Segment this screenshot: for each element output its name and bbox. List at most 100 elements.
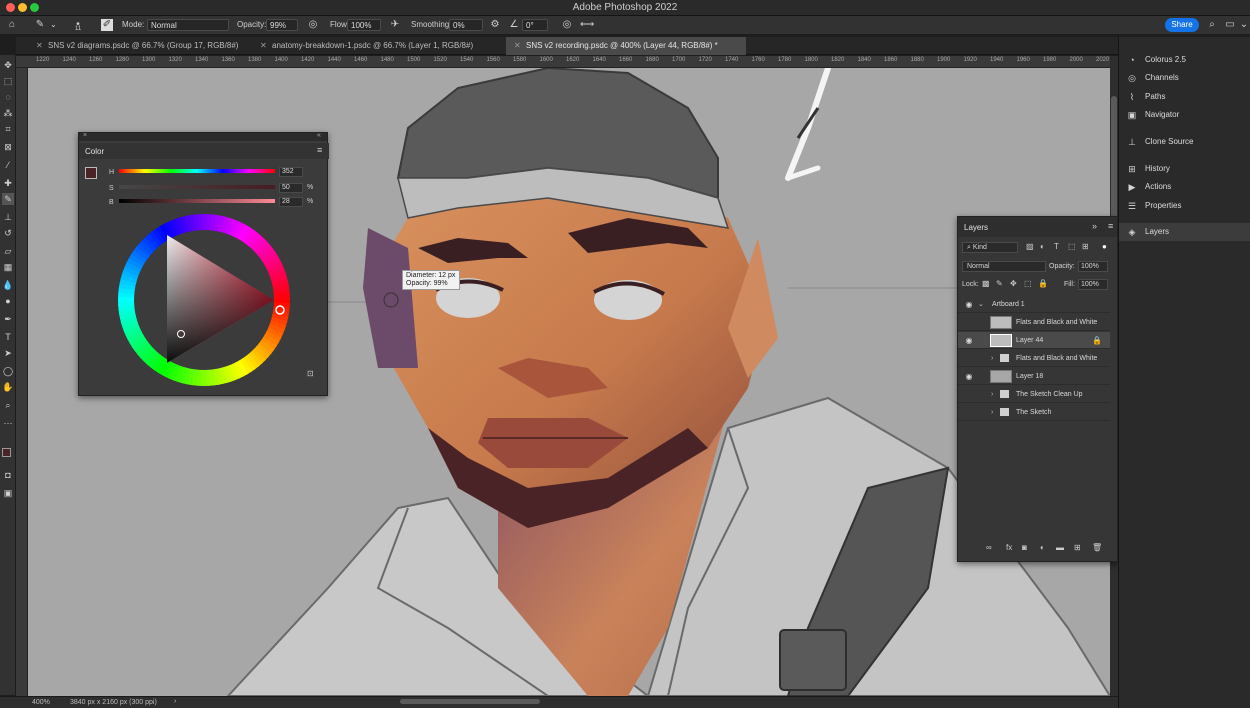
- eyedropper-tool-icon[interactable]: ⁄: [2, 159, 14, 171]
- dock-channels[interactable]: ◎ Channels: [1119, 69, 1250, 87]
- hue-slider[interactable]: [119, 169, 275, 173]
- filter-kind-select[interactable]: ⌕ Kind: [962, 242, 1018, 253]
- filter-shape-icon[interactable]: ⬚: [1068, 242, 1076, 251]
- layer-row-artboard[interactable]: ◉ ⌄ Artboard 1: [958, 296, 1110, 313]
- layer-row-layer-44[interactable]: ◉ Layer 44 🔒: [958, 332, 1110, 349]
- dock-actions[interactable]: ▶ Actions: [1119, 178, 1250, 196]
- chevron-down-icon[interactable]: ⌄: [978, 296, 984, 313]
- visibility-eye-icon[interactable]: ◉: [964, 296, 974, 313]
- hand-tool-icon[interactable]: ✋: [2, 381, 14, 393]
- smoothing-field[interactable]: 0%: [449, 19, 483, 31]
- move-tool-icon[interactable]: ✥: [2, 59, 14, 71]
- fx-icon[interactable]: fx: [1006, 543, 1012, 552]
- dock-navigator[interactable]: ▣ Navigator: [1119, 106, 1250, 124]
- pen-tool-icon[interactable]: ✒: [2, 313, 14, 325]
- frame-tool-icon[interactable]: ⊠: [2, 141, 14, 153]
- collapse-icon[interactable]: «: [317, 132, 321, 139]
- visibility-eye-icon[interactable]: ◉: [964, 332, 974, 349]
- lock-position-icon[interactable]: ✥: [1010, 279, 1017, 288]
- quick-select-tool-icon[interactable]: ⁂: [2, 107, 14, 119]
- close-icon[interactable]: ✕: [514, 37, 521, 55]
- link-icon[interactable]: ∞: [986, 543, 992, 552]
- stamp-tool-icon[interactable]: ⊥: [2, 211, 14, 223]
- more-tools-icon[interactable]: ⋯: [2, 417, 14, 429]
- quick-mask-icon[interactable]: ◘: [2, 469, 14, 481]
- color-panel-tab[interactable]: Color ≡: [79, 143, 329, 159]
- airbrush-icon[interactable]: ✈: [389, 19, 401, 31]
- mode-select[interactable]: Normal: [147, 19, 229, 31]
- pressure-size-icon[interactable]: ◎: [561, 19, 573, 31]
- search-icon[interactable]: ⌕: [1206, 19, 1218, 31]
- brightness-slider[interactable]: [119, 199, 275, 203]
- tab-sns-recording[interactable]: ✕ SNS v2 recording.psdc @ 400% (Layer 44,…: [506, 37, 746, 55]
- type-tool-icon[interactable]: T: [2, 331, 14, 343]
- share-button[interactable]: Share: [1165, 18, 1199, 32]
- close-icon[interactable]: ✕: [260, 37, 267, 55]
- lock-pixels-icon[interactable]: ▩: [982, 279, 990, 288]
- visibility-eye-icon[interactable]: ◉: [964, 368, 974, 385]
- layer-row-layer-18[interactable]: ◉ Layer 18: [958, 368, 1110, 385]
- opacity-field[interactable]: 99%: [266, 19, 298, 31]
- close-icon[interactable]: ×: [83, 132, 87, 139]
- group-icon[interactable]: ▬: [1056, 543, 1064, 552]
- dock-clone-source[interactable]: ⊥ Clone Source: [1119, 133, 1250, 151]
- saturation-value-field[interactable]: 50: [279, 183, 303, 193]
- expand-icon[interactable]: ⊡: [307, 369, 314, 378]
- menu-icon[interactable]: ≡: [317, 145, 322, 155]
- layer-row-sketch[interactable]: › The Sketch: [958, 404, 1110, 421]
- filter-toggle-icon[interactable]: ●: [1102, 242, 1107, 251]
- blur-tool-icon[interactable]: 💧: [2, 279, 14, 291]
- lasso-tool-icon[interactable]: ◌: [2, 91, 14, 103]
- zoom-tool-icon[interactable]: ⌕: [2, 399, 14, 411]
- filter-pixel-icon[interactable]: ▨: [1026, 242, 1034, 251]
- flow-field[interactable]: 100%: [347, 19, 381, 31]
- close-icon[interactable]: ✕: [36, 37, 43, 55]
- lock-artboard-icon[interactable]: ⬚: [1024, 279, 1032, 288]
- dock-layers[interactable]: ◈ Layers: [1119, 223, 1250, 241]
- horizontal-scrollbar[interactable]: [400, 699, 540, 704]
- new-layer-icon[interactable]: ⊞: [1074, 543, 1081, 552]
- layers-panel-header[interactable]: Layers » ≡: [958, 217, 1117, 237]
- tab-anatomy-breakdown[interactable]: ✕ anatomy-breakdown-1.psdc @ 66.7% (Layer…: [252, 37, 502, 55]
- saturation-slider[interactable]: [119, 185, 275, 189]
- dodge-tool-icon[interactable]: ●: [2, 295, 14, 307]
- marquee-tool-icon[interactable]: ⬚: [2, 75, 14, 87]
- workspace-icon[interactable]: ▭: [1224, 19, 1236, 31]
- chevron-right-icon[interactable]: ›: [991, 350, 993, 367]
- blend-mode-select[interactable]: Normal: [962, 261, 1046, 272]
- trash-icon[interactable]: 🗑: [1092, 543, 1102, 552]
- filter-adjustment-icon[interactable]: ◐: [1040, 242, 1045, 251]
- chevron-right-icon[interactable]: ›: [991, 404, 993, 421]
- layer-row-flats[interactable]: Flats and Black and White: [958, 314, 1110, 331]
- brush-tool-icon[interactable]: ✎: [34, 19, 46, 31]
- color-wheel[interactable]: [117, 213, 291, 387]
- home-icon[interactable]: ⌂: [6, 19, 18, 31]
- layer-opacity-field[interactable]: 100%: [1078, 261, 1108, 272]
- lock-paint-icon[interactable]: ✎: [996, 279, 1003, 288]
- gear-icon[interactable]: ⚙: [489, 19, 501, 31]
- dock-history[interactable]: ⊞ History: [1119, 160, 1250, 178]
- dock-properties[interactable]: ☰ Properties: [1119, 197, 1250, 215]
- collapse-icon[interactable]: »: [1092, 221, 1097, 231]
- chevron-down-icon[interactable]: ⌄: [1238, 19, 1250, 31]
- filter-type-icon[interactable]: T: [1054, 242, 1059, 251]
- fill-field[interactable]: 100%: [1078, 279, 1108, 290]
- tab-sns-diagrams[interactable]: ✕ SNS v2 diagrams.psdc @ 66.7% (Group 17,…: [28, 37, 258, 55]
- foreground-swatch[interactable]: [85, 167, 97, 179]
- shape-tool-icon[interactable]: ◯: [2, 365, 14, 377]
- adjustment-icon[interactable]: ◐: [1040, 543, 1045, 552]
- brush-settings-icon[interactable]: ✐: [101, 19, 113, 31]
- layer-row-flats-group[interactable]: › Flats and Black and White: [958, 350, 1110, 367]
- layer-row-sketch-clean-up[interactable]: › The Sketch Clean Up: [958, 386, 1110, 403]
- dock-paths[interactable]: ⌇ Paths: [1119, 88, 1250, 106]
- hue-value-field[interactable]: 352: [279, 167, 303, 177]
- chevron-right-icon[interactable]: ›: [174, 698, 176, 705]
- pressure-opacity-icon[interactable]: ◎: [307, 19, 319, 31]
- healing-tool-icon[interactable]: ✚: [2, 177, 14, 189]
- eraser-tool-icon[interactable]: ▱: [2, 245, 14, 257]
- zoom-level[interactable]: 400%: [32, 699, 50, 706]
- angle-field[interactable]: 0°: [522, 19, 548, 31]
- foreground-color-swatch[interactable]: [2, 448, 11, 457]
- mask-icon[interactable]: ◙: [1022, 543, 1027, 552]
- screen-mode-icon[interactable]: ▣: [2, 487, 14, 499]
